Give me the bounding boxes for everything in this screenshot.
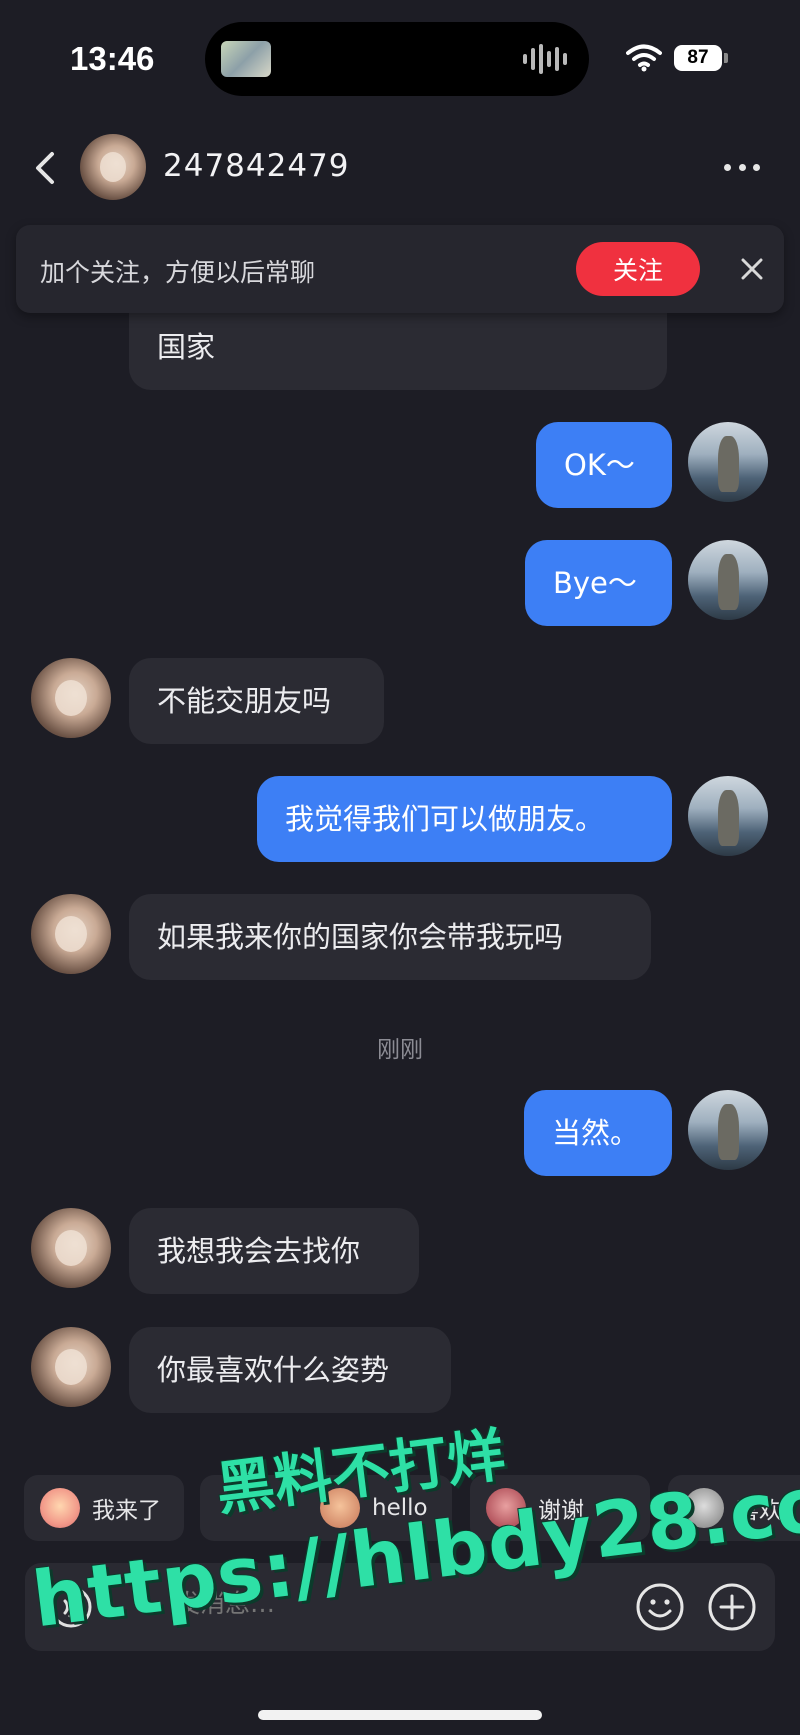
message-bubble-incoming[interactable]: 我想我会去找你 [129,1208,419,1294]
message-bubble-incoming[interactable]: 如果我来你的国家你会带我玩吗 [129,894,651,980]
my-avatar[interactable] [688,1090,768,1170]
contact-avatar[interactable] [31,894,111,974]
status-bar: 13:46 87 [0,0,800,115]
message-bubble-incoming[interactable]: 你最喜欢什么姿势 [129,1327,451,1413]
contact-avatar[interactable] [80,134,146,200]
audio-wave-icon [523,43,567,75]
plus-icon[interactable] [706,1581,758,1633]
message-text: 我想我会去找你 [157,1234,361,1268]
home-indicator[interactable] [258,1710,542,1720]
sticker-icon [40,1488,80,1528]
message-bubble-incoming[interactable]: 不能交朋友吗 [129,658,384,744]
message-text: Bye～ [553,566,637,600]
my-avatar[interactable] [688,776,768,856]
status-time: 13:46 [70,40,155,77]
message-bubble-outgoing[interactable]: 当然。 [524,1090,672,1176]
battery-icon: 87 [674,45,722,71]
wifi-icon [626,44,662,72]
message-text: 我觉得我们可以做朋友。 [285,802,605,836]
message-text: 你最喜欢什么姿势 [157,1353,390,1387]
dynamic-island[interactable] [205,22,589,96]
more-options-icon[interactable] [724,164,760,174]
my-avatar[interactable] [688,540,768,620]
message-text: 如果我来你的国家你会带我玩吗 [157,920,564,954]
message-timestamp: 刚刚 [377,1037,423,1063]
close-icon[interactable] [736,253,768,285]
quick-reply-label: 我来了 [92,1498,161,1524]
follow-banner: 加个关注，方便以后常聊 关注 [16,225,784,313]
message-bubble-outgoing[interactable]: Bye～ [525,540,672,626]
follow-banner-text: 加个关注，方便以后常聊 [40,258,316,287]
message-text: 当然。 [552,1116,640,1150]
battery-tip [724,53,728,63]
message-bubble-outgoing[interactable]: OK～ [536,422,672,508]
media-thumbnail [221,41,271,77]
emoji-icon[interactable] [634,1581,686,1633]
my-avatar[interactable] [688,422,768,502]
quick-reply-chip[interactable]: 我来了 [24,1475,184,1541]
message-text: 不能交朋友吗 [157,684,332,718]
contact-avatar[interactable] [31,658,111,738]
back-arrow-icon[interactable] [30,148,60,188]
chat-header: 247842479 [0,120,800,215]
contact-name[interactable]: 247842479 [163,148,350,184]
contact-avatar[interactable] [31,1208,111,1288]
message-bubble-outgoing[interactable]: 我觉得我们可以做朋友。 [257,776,672,862]
contact-avatar[interactable] [31,1327,111,1407]
message-text: 国家 [157,330,216,364]
message-text: OK～ [564,448,635,482]
follow-button[interactable]: 关注 [576,242,700,296]
